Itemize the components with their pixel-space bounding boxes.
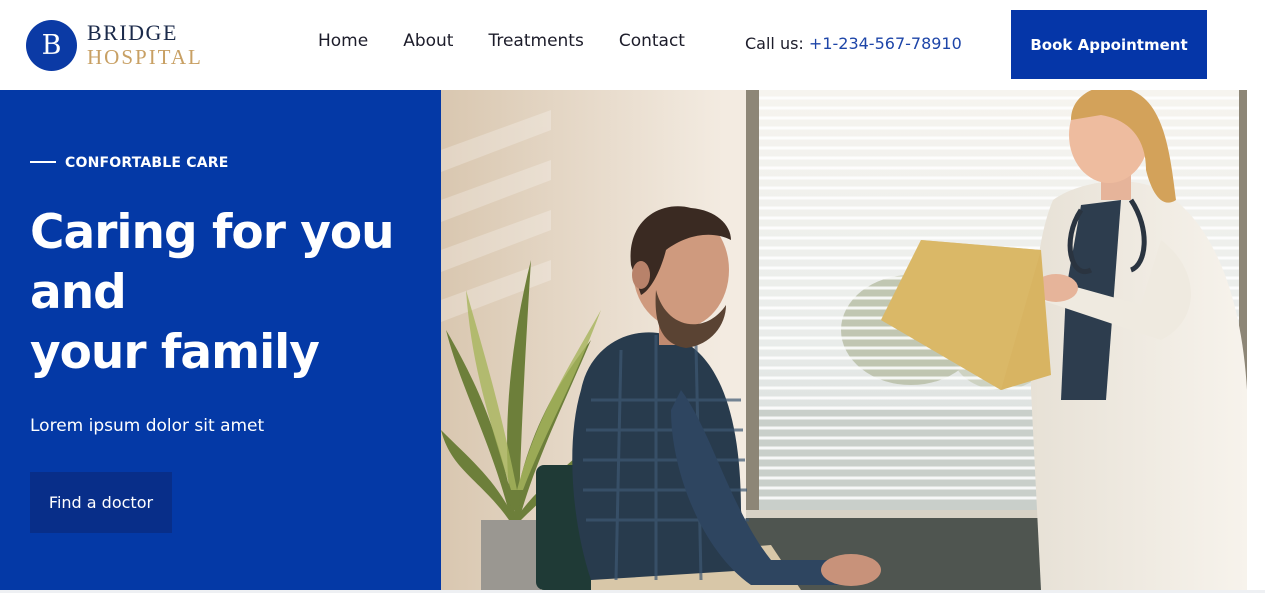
logo-name-bottom[interactable]: HOSPITAL: [87, 45, 203, 69]
book-appointment-button[interactable]: Book Appointment: [1011, 10, 1207, 79]
find-doctor-button[interactable]: Find a doctor: [30, 472, 172, 533]
headline-line-2: and: [30, 265, 127, 320]
eyebrow-divider: [30, 161, 56, 163]
nav-treatments[interactable]: Treatments: [488, 30, 583, 52]
hero-eyebrow: CONFORTABLE CARE: [65, 155, 229, 171]
headline-line-3: your family: [30, 325, 320, 380]
headline-line-1: Caring for you: [30, 205, 395, 260]
hero-photo-illustration: [441, 90, 1247, 590]
nav-about[interactable]: About: [403, 30, 453, 52]
nav-home[interactable]: Home: [318, 30, 368, 52]
right-edge-strip: [1247, 90, 1265, 590]
hero-panel: CONFORTABLE CARE Caring for you and your…: [0, 90, 441, 590]
logo-name-top[interactable]: BRIDGE: [87, 21, 178, 45]
nav-contact[interactable]: Contact: [619, 30, 685, 52]
call-label: Call us:: [745, 34, 809, 53]
call-us: Call us: +1-234-567-78910: [745, 34, 962, 54]
logo-badge[interactable]: B: [26, 20, 77, 71]
hero-subtext: Lorem ipsum dolor sit amet: [30, 416, 265, 436]
hero-headline: Caring for you and your family: [30, 203, 430, 383]
main-nav: Home About Treatments Contact: [318, 30, 720, 52]
phone-link[interactable]: +1-234-567-78910: [809, 34, 962, 53]
site-header: B BRIDGE HOSPITAL Home About Treatments …: [0, 0, 1265, 90]
hero-photo: [441, 90, 1247, 590]
